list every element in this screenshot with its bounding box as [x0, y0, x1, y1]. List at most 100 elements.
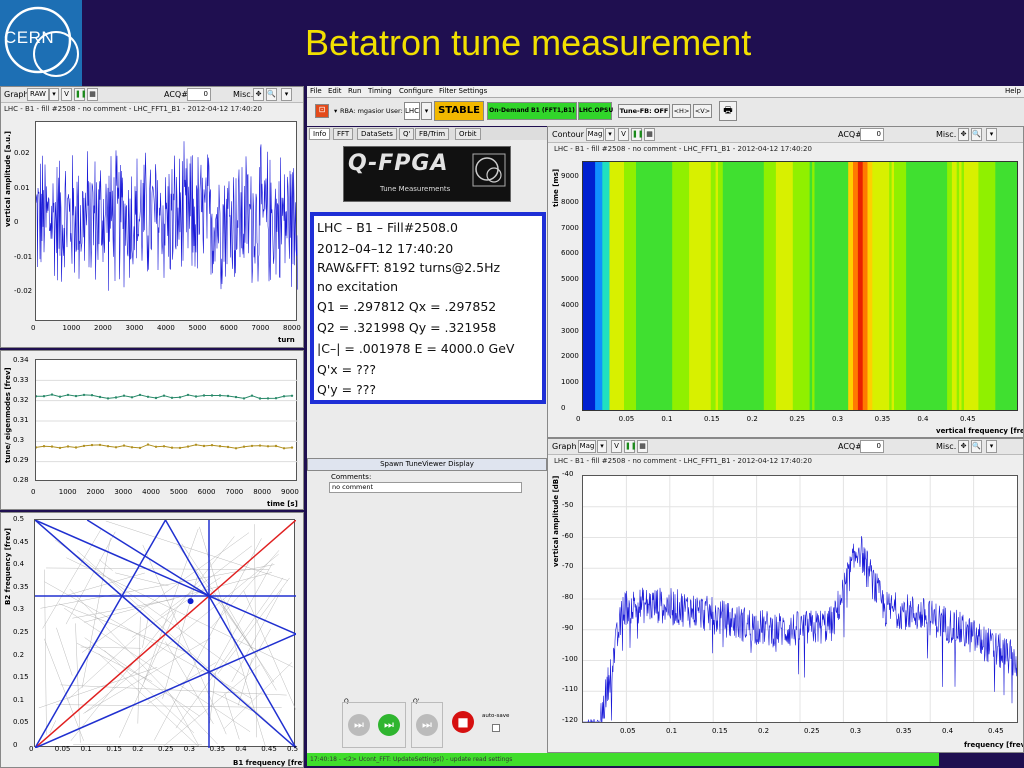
skip-icon[interactable]: ⏭ [348, 714, 370, 736]
skip-icon[interactable]: ⏭ [416, 714, 438, 736]
comments-label: Comments: [331, 473, 372, 481]
comments-field[interactable]: no comment [329, 482, 522, 493]
grid-icon[interactable]: ▦ [637, 440, 648, 453]
print-icon[interactable]: 🖶 [719, 101, 737, 121]
tick-label: 7000 [225, 488, 244, 496]
tab-fb-trim[interactable]: FB/Trim [415, 128, 450, 140]
tick-label: 0.45 [960, 415, 976, 423]
tab-info[interactable]: Info [309, 128, 331, 140]
tick-label: 0.34 [13, 356, 29, 364]
tune-fb-button[interactable]: Tune-FB: OFF [618, 104, 670, 118]
stop-icon[interactable]: ■ [452, 711, 474, 733]
tick-label: 0.35 [874, 415, 891, 423]
tick-label: 0.25 [13, 628, 29, 636]
v-button[interactable]: <V> [693, 104, 712, 118]
menu-edit[interactable]: Edit [328, 87, 342, 95]
tick-label: 0.1 [80, 745, 92, 753]
acq-field[interactable]: 0 [860, 128, 884, 141]
menu-filter-settings[interactable]: Filter Settings [439, 87, 487, 95]
v-button[interactable]: V [611, 440, 622, 453]
h-button[interactable]: <H> [672, 104, 691, 118]
user-select[interactable]: LHC [404, 102, 420, 120]
pause-icon[interactable]: ❚❚ [74, 88, 87, 101]
v-button[interactable]: V [618, 128, 629, 141]
tick-label: 0.35 [209, 745, 226, 753]
resonance-line [72, 598, 175, 619]
dropdown-icon[interactable]: ▾ [986, 128, 997, 141]
raw-signal-panel: Graph RAW ▾ V ❚❚ ▦ ACQ# 0 Misc. ✥ 🔍 ▾ LH… [0, 86, 304, 348]
pause-icon[interactable]: ❚❚ [624, 440, 637, 453]
grid-icon[interactable]: ▦ [644, 128, 655, 141]
zoom-icon[interactable]: 🔍 [971, 128, 982, 141]
tick-label: 0.2 [746, 415, 758, 423]
slide-title: Betatron tune measurement [305, 22, 752, 63]
mag-select[interactable]: Mag [578, 440, 596, 453]
zoom-icon[interactable]: 🔍 [971, 440, 982, 453]
tick-label: 0.05 [620, 727, 636, 735]
raw-plot-area[interactable] [35, 121, 298, 321]
working-point [187, 598, 194, 605]
tick-label: 0.3 [13, 605, 25, 614]
rba-dropdown-icon[interactable]: ▾ [334, 107, 337, 115]
tick-label: 6000 [561, 249, 579, 258]
mag-select[interactable]: Mag [586, 128, 604, 141]
dropdown-icon[interactable]: ▾ [986, 440, 997, 453]
cern-logo-text: CERN [4, 28, 55, 47]
v-button[interactable]: V [61, 88, 72, 101]
menu-configure[interactable]: Configure [399, 87, 433, 95]
fft-panel: Graph Mag ▾ V ❚❚ ▦ ACQ# 0 Misc. ✥ 🔍 ▾ LH… [547, 438, 1024, 753]
tick-label: 0.45 [13, 537, 29, 546]
dropdown-icon[interactable]: ▾ [605, 128, 615, 141]
acq-field[interactable]: 0 [187, 88, 211, 101]
dropdown-icon[interactable]: ▾ [281, 88, 292, 101]
spawn-tuneviewer-button[interactable]: Spawn TuneViewer Display [307, 458, 547, 471]
info-line: no excitation [317, 279, 399, 294]
tick-label: 3000 [561, 326, 579, 335]
menu-help[interactable]: Help [1005, 87, 1021, 95]
tab-datasets[interactable]: DataSets [357, 128, 397, 140]
tune-diagram-area[interactable] [34, 519, 297, 749]
tick-label: -50 [562, 500, 574, 509]
resonance-line [44, 569, 47, 735]
dropdown-icon[interactable]: ▾ [597, 440, 607, 453]
tab-q-prime[interactable]: Q' [399, 128, 415, 140]
rba-icon[interactable]: ⊡ [315, 104, 329, 118]
x-axis-label: time [s] [267, 500, 298, 508]
pause-icon[interactable]: ❚❚ [631, 128, 644, 141]
move-icon[interactable]: ✥ [253, 88, 264, 101]
dropdown-icon[interactable]: ▾ [49, 88, 59, 101]
acq-field[interactable]: 0 [860, 440, 884, 453]
menu-file[interactable]: File [310, 87, 322, 95]
acq-label: ACQ# [164, 90, 188, 99]
resonance-line [75, 623, 81, 743]
fft-toolbar: Graph Mag ▾ V ❚❚ ▦ ACQ# 0 Misc. ✥ 🔍 ▾ [548, 439, 1023, 455]
misc-label: Misc. [233, 90, 254, 99]
move-icon[interactable]: ✥ [958, 128, 969, 141]
tick-label: 0.29 [13, 456, 29, 464]
run-icon[interactable]: ⏭ [378, 714, 400, 736]
resonance-line [181, 543, 275, 683]
spectrogram-area[interactable] [582, 161, 1018, 411]
dropdown-icon[interactable]: ▾ [421, 102, 432, 120]
menu-timing[interactable]: Timing [368, 87, 392, 95]
move-icon[interactable]: ✥ [958, 440, 969, 453]
lhcopsu-badge[interactable]: LHC.OPSU [578, 102, 613, 120]
ondemand-badge[interactable]: On-Demand B1 (FFT1,B1) [487, 102, 577, 120]
autosave-checkbox[interactable] [492, 724, 500, 732]
tab-fft[interactable]: FFT [333, 128, 354, 140]
info-line: Q2 = .321998 Qy = .321958 [317, 320, 497, 335]
tick-label: 0.35 [896, 727, 912, 735]
tab-orbit[interactable]: Orbit [455, 128, 481, 140]
menu-run[interactable]: Run [348, 87, 361, 95]
fft-plot-area[interactable] [582, 475, 1018, 724]
resonance-line [76, 643, 153, 682]
zoom-icon[interactable]: 🔍 [266, 88, 277, 101]
mode-select[interactable]: RAW [27, 88, 49, 101]
tick-label: 3000 [125, 324, 144, 332]
resonance-line [104, 650, 195, 734]
tick-label: 0.1 [666, 727, 678, 735]
tune-plot-area[interactable] [34, 359, 298, 481]
grid-icon[interactable]: ▦ [87, 88, 98, 101]
tick-label: 5000 [188, 324, 207, 332]
tick-label: 0.3 [183, 745, 195, 753]
